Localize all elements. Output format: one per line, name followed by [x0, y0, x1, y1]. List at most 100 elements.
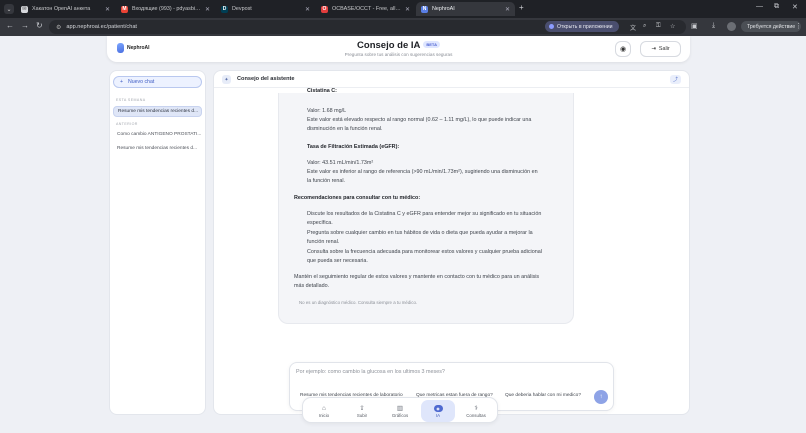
browser-tab[interactable]: ✉ Хакатон OpenAI анкета ✕ — [16, 2, 115, 16]
section-label-older: ANTERIOR — [116, 122, 138, 126]
reload-icon[interactable]: ↻ — [36, 21, 43, 30]
nav-label: Inicio — [318, 412, 330, 418]
chart-icon: ▥ — [396, 404, 404, 412]
logout-icon: ⇥ — [651, 46, 656, 52]
download-icon[interactable]: ⤓ — [712, 22, 715, 30]
message-text: disminución en la función renal. — [307, 126, 383, 132]
gmail-icon: M — [121, 5, 128, 13]
disclaimer-text: No es un diagnóstico médico. Consulta si… — [299, 300, 418, 305]
nephroai-icon: N — [421, 5, 428, 13]
browser-tab[interactable]: M Входящие (993) - pdyasbi@gm... ✕ — [116, 2, 215, 16]
tab-title: Входящие (993) - pdyasbi@gm... — [132, 6, 201, 12]
nav-item-consultas[interactable]: ⚕ Consultas — [459, 400, 493, 422]
back-icon[interactable]: ← — [6, 21, 14, 30]
new-chat-button[interactable]: + Nuevo chat — [113, 76, 202, 88]
message-text: Valor: 43.51 mL/min/1.73m² — [307, 160, 374, 166]
menu-icon[interactable]: ⋮ — [795, 22, 802, 30]
extensions-icon[interactable]: ▣ — [691, 22, 698, 30]
browser-tab-active[interactable]: N NephroAI ✕ — [416, 2, 515, 16]
tab-title: NephroAI — [432, 6, 455, 12]
tab-title: Devpost — [232, 6, 252, 12]
tab-title: Хакатон OpenAI анкета — [32, 6, 91, 12]
message-text: Valor: 1.68 mg/L — [307, 108, 347, 114]
close-icon[interactable]: ✕ — [405, 6, 410, 13]
occt-icon: O — [321, 5, 328, 13]
browser-tab[interactable]: D Devpost ✕ — [216, 2, 315, 16]
translate-icon[interactable]: 文 — [630, 23, 636, 32]
bottom-navigation: ⌂ Inicio ⇪ Subir ▥ Gráficos ◉ IA ⚕ Consu… — [302, 397, 498, 423]
window-close-icon[interactable]: ✕ — [792, 3, 798, 11]
section-label-recent: ESTA SEMANA — [116, 98, 146, 102]
share-icon[interactable]: ⤴ — [670, 75, 681, 84]
ai-icon: ◉ — [433, 404, 443, 412]
open-in-app-label: Открыть в приложении — [557, 23, 613, 30]
nav-item-graficos[interactable]: ▥ Gráficos — [383, 400, 417, 422]
message-heading: Tasa de Filtración Estimada (eGFR): — [307, 144, 400, 150]
message-text: la función renal. — [307, 178, 346, 184]
devpost-icon: D — [221, 5, 228, 13]
chat-history-item[interactable]: Resume mis tendencias recientes d... — [113, 143, 202, 154]
nav-label: IA — [435, 412, 441, 418]
update-label: Требуется действие — [747, 23, 796, 30]
chat-panel-header: ✦ Consejo del asistente ⤴ — [214, 71, 689, 88]
message-text: Mantén el seguimiento regular de estos v… — [294, 274, 540, 280]
chat-input[interactable]: Por ejemplo: como cambio la glucosa en l… — [296, 369, 445, 375]
message-text: más detallado. — [294, 283, 330, 289]
upload-icon: ⇪ — [359, 404, 365, 412]
message-text: Este valor está elevado respecto al rang… — [307, 117, 532, 123]
chat-history-item[interactable]: Como cambio ANTIGENO PROSTATI... — [113, 129, 202, 140]
assistant-icon: ✦ — [222, 75, 231, 84]
stethoscope-icon: ⚕ — [474, 404, 478, 412]
suggestion-chip[interactable]: Que deberia hablar con mi medico? — [501, 390, 585, 400]
browser-toolbar: ← → ↻ ⚙ app.nephroai.ec/patient/chat Отк… — [0, 18, 806, 36]
home-icon: ⌂ — [322, 404, 326, 412]
close-icon[interactable]: ✕ — [205, 6, 210, 13]
message-text: específica. — [307, 220, 333, 226]
message-text: función renal. — [307, 239, 340, 245]
minimize-icon[interactable]: — — [756, 3, 763, 10]
close-icon[interactable]: ✕ — [105, 6, 110, 13]
page-subtitle: Pregunta sobre tus análisis con sugerenc… — [344, 52, 453, 57]
assistant-message: Cistatina C: Valor: 1.68 mg/L Este valor… — [278, 88, 574, 324]
app-page: NephroAI Consejo de IA BETA Pregunta sobr… — [0, 36, 806, 433]
restore-icon[interactable]: ⧉ — [774, 3, 779, 11]
message-text: Este valor es inferior al rango de refer… — [307, 169, 538, 175]
open-in-app-button[interactable]: Открыть в приложении — [545, 21, 619, 32]
bookmark-star-icon[interactable]: ☆ — [670, 23, 675, 30]
nav-label: Subir — [356, 412, 368, 418]
close-icon[interactable]: ✕ — [505, 6, 510, 13]
nav-label: Consultas — [466, 412, 486, 418]
send-button[interactable]: ↑ — [594, 390, 608, 404]
site-info-icon[interactable]: ⚙ — [56, 24, 61, 31]
nav-item-subir[interactable]: ⇪ Subir — [345, 400, 379, 422]
message-text: Pregunta sobre cualquier cambio en tus h… — [307, 230, 533, 236]
close-icon[interactable]: ✕ — [305, 6, 310, 13]
logout-label: Salir — [658, 46, 670, 52]
forward-icon[interactable]: → — [21, 21, 29, 30]
plus-icon: + — [120, 79, 124, 85]
message-text: Discute los resultados de la Cistatina C… — [307, 211, 542, 217]
nav-label: Gráficos — [391, 412, 409, 418]
mail-icon: ✉ — [21, 5, 28, 13]
message-heading: Cistatina C: — [307, 88, 337, 94]
nav-item-inicio[interactable]: ⌂ Inicio — [307, 400, 341, 422]
logout-button[interactable]: ⇥ Salir — [640, 41, 681, 57]
chat-history-item[interactable]: Resume mis tendencias recientes d... — [113, 106, 202, 117]
url-text: app.nephroai.ec/patient/chat — [66, 24, 137, 30]
browser-tab[interactable]: O OCBASE/OCCT - Free, all-in-one... ✕ — [316, 2, 415, 16]
tab-search-button[interactable]: ⌄ — [4, 4, 14, 14]
zoom-icon[interactable]: ⌕ — [643, 23, 646, 30]
password-icon[interactable]: ⚿ — [656, 23, 661, 30]
send-arrow-icon: ↑ — [599, 394, 603, 400]
user-account-button[interactable]: ◉ — [615, 41, 631, 57]
message-heading: Recomendaciones para consultar con tu mé… — [294, 195, 421, 201]
chat-panel-title: Consejo del asistente — [237, 76, 295, 82]
update-button[interactable]: Требуется действие — [741, 21, 802, 32]
new-tab-icon[interactable]: + — [519, 3, 524, 12]
profile-avatar[interactable] — [727, 22, 736, 31]
app-header: NephroAI Consejo de IA BETA Pregunta sobr… — [107, 36, 690, 62]
nav-item-ia[interactable]: ◉ IA — [421, 400, 455, 422]
message-text: que pueda ser necesaria. — [307, 258, 368, 264]
new-chat-label: Nuevo chat — [128, 79, 155, 85]
browser-tab-strip: ⌄ ✉ Хакатон OpenAI анкета ✕ M Входящие (… — [0, 0, 806, 18]
